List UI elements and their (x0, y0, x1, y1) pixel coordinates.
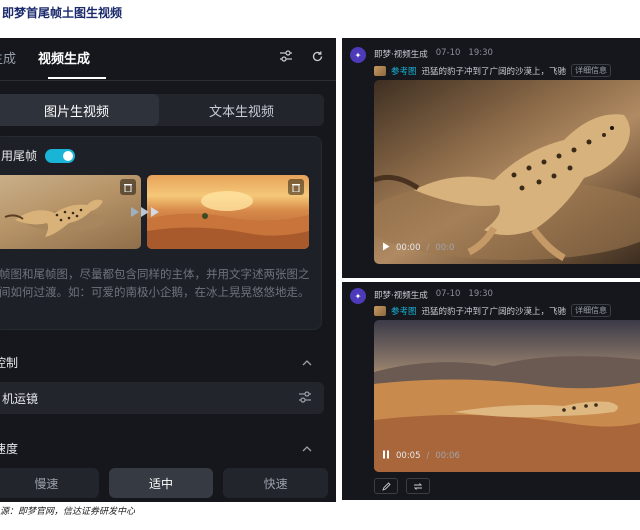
video-player[interactable]: 00:00 / 00:0 (374, 80, 640, 264)
text-to-video-tab[interactable]: 文本生视频 (159, 94, 324, 126)
speed-medium-button[interactable]: 适中 (108, 468, 214, 498)
chevron-up-icon[interactable] (302, 356, 312, 369)
delete-first-frame-icon[interactable] (120, 179, 136, 195)
desert-sunset-image (147, 191, 309, 249)
sliders-icon[interactable] (279, 50, 293, 67)
edit-icon[interactable] (374, 478, 398, 494)
use-last-frame-label: 用尾帧 (1, 149, 38, 163)
reference-thumbnail[interactable] (374, 305, 386, 316)
speed-fast-button[interactable]: 快速 (223, 468, 329, 498)
reference-thumbnail[interactable] (374, 65, 386, 76)
delete-last-frame-icon[interactable] (288, 179, 304, 195)
image-to-video-tab[interactable]: 图片生视频 (0, 94, 159, 126)
result-time: 19:30 (468, 289, 493, 299)
current-time: 00:05 (396, 451, 421, 461)
dreamina-logo-icon: ✦ (350, 288, 366, 304)
first-frame-thumbnail[interactable] (0, 175, 141, 249)
play-icon[interactable] (382, 242, 390, 254)
prompt-input[interactable]: 帧图和尾帧图，尽量都包含同样的主体，并用文字述两张图之间如何过渡。如：可爱的南极… (0, 265, 315, 301)
regenerate-icon[interactable] (406, 478, 430, 494)
detail-button[interactable]: 详细信息 (571, 64, 612, 77)
detail-button[interactable]: 详细信息 (571, 304, 612, 317)
page-heading: 即梦首尾帧土图生视频 (2, 6, 123, 20)
result-date: 07-10 (435, 48, 461, 58)
chevron-up-icon[interactable] (302, 442, 312, 455)
result-date: 07-10 (435, 289, 461, 299)
camera-control-section[interactable]: 控制 (0, 352, 334, 372)
top-tabs: 生成 视频生成 (0, 48, 90, 70)
speed-options: 慢速 适中 快速 (0, 468, 329, 498)
last-frame-thumbnail[interactable] (147, 175, 309, 249)
tab-video-generation[interactable]: 视频生成 (38, 48, 90, 70)
transition-arrow-icon (129, 203, 163, 221)
pause-icon[interactable] (382, 450, 390, 462)
reference-label: 参考图 (391, 66, 417, 77)
mode-switch: 图片生视频 文本生视频 (0, 94, 324, 126)
result-prompt: 迅猛的豹子冲到了广阔的沙漠上，飞驰 (421, 306, 567, 317)
generation-settings-panel: 生成 视频生成 图片生视频 文本生视频 用尾帧 (0, 38, 336, 502)
active-tab-indicator (48, 77, 106, 79)
refresh-icon[interactable] (311, 50, 324, 67)
video-duration: 00:0 (435, 243, 455, 253)
result-prompt: 迅猛的豹子冲到了广阔的沙漠上，飞驰 (421, 66, 567, 77)
video-duration: 00:06 (435, 451, 460, 461)
tab-image-generation[interactable]: 生成 (0, 48, 16, 70)
result-card-1: ✦ 即梦·视频生成 07-10 19:30 参考图 迅猛的豹子冲到了广阔的沙漠上… (342, 38, 640, 278)
header-divider (0, 80, 336, 81)
dreamina-logo-icon: ✦ (350, 47, 366, 63)
first-last-frame-card: 用尾帧 帧图和尾帧图，尽量都包含同样的主体，并用文字述两张图之间如何过渡。如：可… (0, 136, 322, 330)
camera-movement-row[interactable]: 机运镜 (0, 382, 324, 414)
speed-slow-button[interactable]: 慢速 (0, 468, 99, 498)
bot-name: 即梦·视频生成 (374, 50, 428, 60)
result-time: 19:30 (468, 48, 493, 58)
adjust-icon[interactable] (298, 390, 312, 406)
reference-label: 参考图 (391, 306, 417, 317)
motion-speed-title: 速度 (0, 441, 19, 456)
motion-speed-section[interactable]: 速度 (0, 438, 334, 458)
cheetah-leaping-frame (374, 114, 640, 262)
source-note: 源：即梦官网，信达证券研发中心 (0, 507, 136, 517)
camera-control-title: 控制 (0, 355, 19, 370)
result-card-2: ✦ 即梦·视频生成 07-10 19:30 参考图 迅猛的豹子冲到了广阔的沙漠上… (342, 282, 640, 500)
camera-movement-label: 机运镜 (2, 391, 39, 406)
use-last-frame-toggle[interactable] (45, 148, 76, 163)
bot-name: 即梦·视频生成 (374, 291, 428, 301)
video-player[interactable]: 00:05 / 00:06 (374, 320, 640, 472)
current-time: 00:00 (396, 243, 421, 253)
